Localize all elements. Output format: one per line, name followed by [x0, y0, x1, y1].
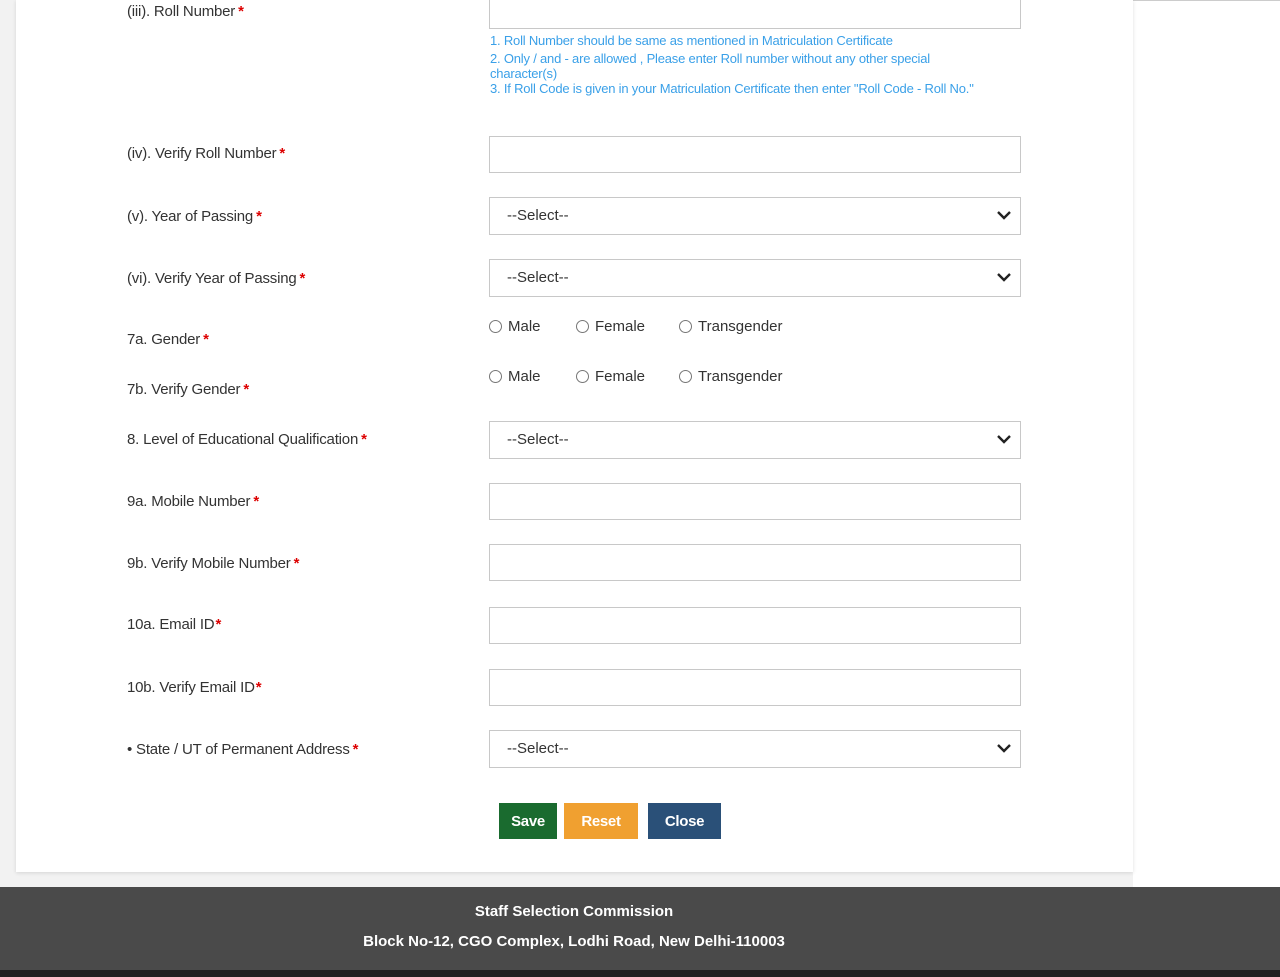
state-select[interactable]: --Select-- [489, 730, 1021, 768]
email-input[interactable] [489, 607, 1021, 644]
email-label: 10a. Email ID* [127, 616, 222, 633]
save-button[interactable]: Save [499, 803, 557, 839]
gender-option-female[interactable]: Female [576, 318, 645, 335]
verify-gender-option-transgender[interactable]: Transgender [679, 368, 783, 385]
radio-circle-icon[interactable] [489, 320, 502, 333]
roll-number-hint-2: 2. Only / and - are allowed , Please ent… [490, 51, 930, 81]
option-label: Male [508, 318, 541, 335]
verify-gender-option-female[interactable]: Female [576, 368, 645, 385]
radio-circle-icon[interactable] [679, 370, 692, 383]
state-value: --Select-- [507, 740, 569, 757]
reset-button[interactable]: Reset [564, 803, 638, 839]
verify-roll-number-label: (iv). Verify Roll Number * [127, 145, 286, 162]
radio-circle-icon[interactable] [576, 320, 589, 333]
gender-option-transgender[interactable]: Transgender [679, 318, 783, 335]
chevron-down-icon [997, 435, 1011, 444]
education-value: --Select-- [507, 431, 569, 448]
year-of-passing-select[interactable]: --Select-- [489, 197, 1021, 235]
footer-org-name: Staff Selection Commission [474, 903, 674, 920]
year-of-passing-label: (v). Year of Passing * [127, 208, 262, 225]
page-background-right [1133, 0, 1280, 887]
option-label: Transgender [698, 318, 783, 335]
gender-option-male[interactable]: Male [489, 318, 541, 335]
verify-gender-option-male[interactable]: Male [489, 368, 541, 385]
education-label: 8. Level of Educational Qualification * [127, 431, 367, 448]
verify-year-of-passing-value: --Select-- [507, 269, 569, 286]
close-button[interactable]: Close [648, 803, 721, 839]
verify-year-of-passing-label: (vi). Verify Year of Passing * [127, 270, 306, 287]
footer: Staff Selection Commission Block No-12, … [0, 887, 1280, 970]
verify-roll-number-input[interactable] [489, 136, 1021, 173]
verify-email-label: 10b. Verify Email ID* [127, 679, 262, 696]
year-of-passing-value: --Select-- [507, 207, 569, 224]
verify-mobile-label: 9b. Verify Mobile Number * [127, 555, 300, 572]
option-label: Female [595, 318, 646, 335]
chevron-down-icon [997, 744, 1011, 753]
mobile-input[interactable] [489, 483, 1021, 520]
mobile-label: 9a. Mobile Number * [127, 493, 259, 510]
verify-gender-label: 7b. Verify Gender * [127, 381, 249, 398]
verify-mobile-input[interactable] [489, 544, 1021, 581]
radio-circle-icon[interactable] [576, 370, 589, 383]
roll-number-label: (iii). Roll Number * [127, 3, 244, 20]
option-label: Male [508, 368, 541, 385]
footer-address: Block No-12, CGO Complex, Lodhi Road, Ne… [363, 933, 785, 950]
roll-number-hint-1: 1. Roll Number should be same as mention… [490, 33, 893, 48]
option-label: Transgender [698, 368, 783, 385]
state-label: • State / UT of Permanent Address * [127, 741, 359, 758]
verify-year-of-passing-select[interactable]: --Select-- [489, 259, 1021, 297]
roll-number-hint-3: 3. If Roll Code is given in your Matricu… [490, 81, 974, 96]
radio-circle-icon[interactable] [489, 370, 502, 383]
verify-email-input[interactable] [489, 669, 1021, 706]
bottom-bar [0, 970, 1280, 977]
roll-number-input[interactable] [489, 0, 1021, 29]
chevron-down-icon [997, 211, 1011, 220]
gender-label: 7a. Gender * [127, 331, 209, 348]
radio-circle-icon[interactable] [679, 320, 692, 333]
chevron-down-icon [997, 273, 1011, 282]
option-label: Female [595, 368, 646, 385]
education-select[interactable]: --Select-- [489, 421, 1021, 459]
